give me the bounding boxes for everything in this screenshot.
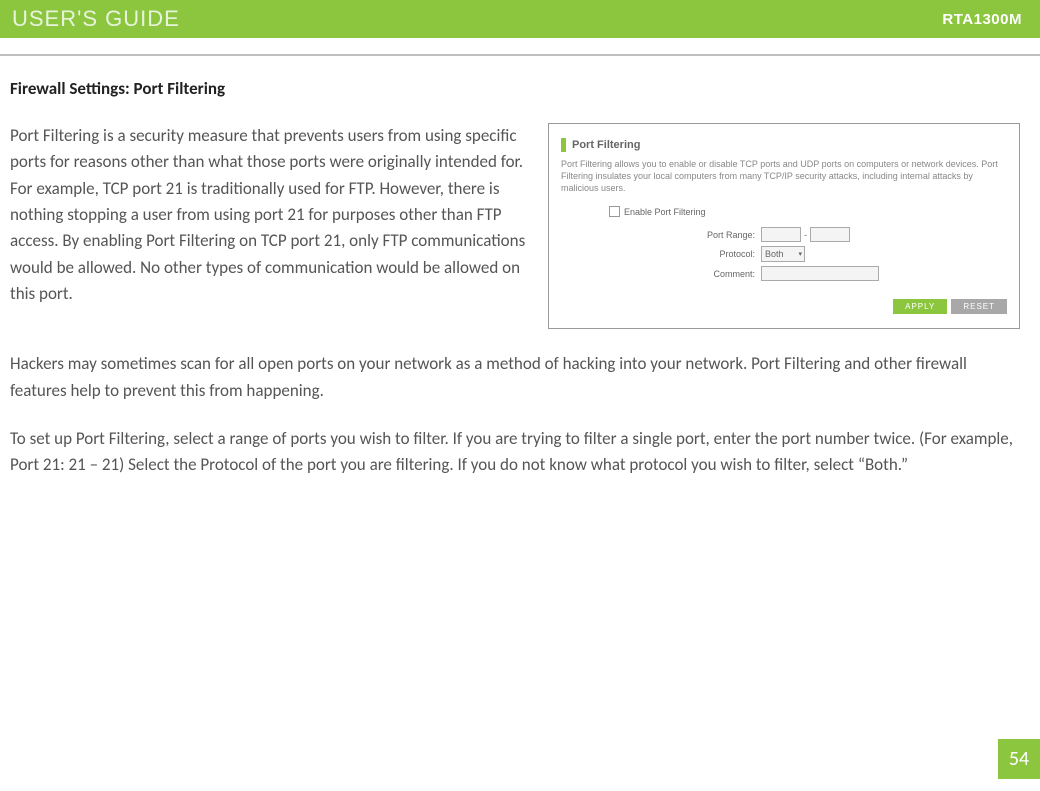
page-content: Firewall Settings: Port Filtering Port F… bbox=[0, 56, 1040, 511]
port-range-end-input[interactable] bbox=[810, 227, 850, 242]
protocol-select[interactable]: Both ▾ bbox=[761, 246, 805, 262]
comment-row: Comment: bbox=[561, 266, 1007, 281]
panel-form: Enable Port Filtering Port Range: - Prot… bbox=[561, 206, 1007, 314]
protocol-value: Both bbox=[765, 249, 784, 259]
enable-label: Enable Port Filtering bbox=[624, 207, 706, 217]
enable-checkbox[interactable] bbox=[609, 206, 620, 217]
protocol-label: Protocol: bbox=[561, 249, 761, 259]
panel-accent-bar bbox=[561, 138, 566, 152]
comment-label: Comment: bbox=[561, 269, 761, 279]
panel-description: Port Filtering allows you to enable or d… bbox=[561, 158, 1007, 194]
port-range-label: Port Range: bbox=[561, 230, 761, 240]
reset-button[interactable]: RESET bbox=[951, 299, 1007, 314]
section-title: Firewall Settings: Port Filtering bbox=[10, 78, 1020, 99]
guide-label: USER'S GUIDE bbox=[12, 6, 180, 32]
panel-title: Port Filtering bbox=[572, 139, 640, 151]
paragraph-2: Hackers may sometimes scan for all open … bbox=[10, 351, 1020, 404]
protocol-row: Protocol: Both ▾ bbox=[561, 246, 1007, 262]
model-label: RTA1300M bbox=[942, 11, 1022, 28]
enable-row: Enable Port Filtering bbox=[561, 206, 1007, 217]
header-divider bbox=[0, 38, 1040, 56]
page-number: 54 bbox=[998, 739, 1040, 779]
panel-header: Port Filtering bbox=[561, 138, 1007, 152]
intro-row: Port Filtering is a security measure tha… bbox=[10, 123, 1020, 329]
paragraph-3: To set up Port Filtering, select a range… bbox=[10, 426, 1020, 479]
port-range-start-input[interactable] bbox=[761, 227, 801, 242]
page-header: USER'S GUIDE RTA1300M bbox=[0, 0, 1040, 38]
port-range-row: Port Range: - bbox=[561, 227, 1007, 242]
comment-input[interactable] bbox=[761, 266, 879, 281]
panel-buttons: APPLY RESET bbox=[561, 299, 1007, 314]
chevron-down-icon: ▾ bbox=[798, 250, 802, 258]
range-dash: - bbox=[804, 230, 807, 240]
port-filtering-panel: Port Filtering Port Filtering allows you… bbox=[548, 123, 1020, 329]
intro-paragraph: Port Filtering is a security measure tha… bbox=[10, 123, 530, 307]
apply-button[interactable]: APPLY bbox=[893, 299, 947, 314]
